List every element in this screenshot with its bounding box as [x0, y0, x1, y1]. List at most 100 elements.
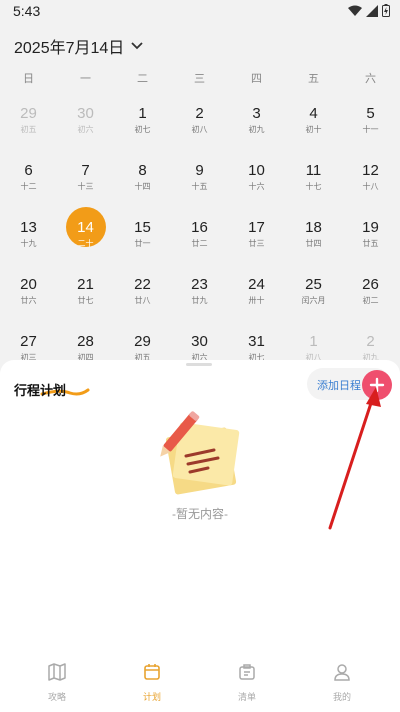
signal-icon — [366, 4, 378, 17]
day-number: 2 — [195, 105, 204, 122]
checklist-icon — [239, 664, 255, 680]
lunar-date: 闰六月 — [301, 296, 326, 305]
day-number: 12 — [362, 162, 379, 179]
day-cell[interactable]: 22 廿八 — [114, 277, 171, 333]
lunar-date: 初十 — [305, 125, 322, 134]
lunar-date: 十一 — [362, 125, 379, 134]
empty-state-text: -暂无内容- — [172, 507, 228, 521]
battery-icon — [382, 4, 390, 17]
day-number: 9 — [195, 162, 204, 179]
add-schedule-button[interactable] — [362, 370, 392, 400]
lunar-date: 十八 — [362, 182, 379, 191]
day-cell[interactable]: 9 十五 — [171, 163, 228, 219]
lunar-date: 十三 — [77, 182, 94, 191]
lunar-date: 廿八 — [134, 296, 151, 305]
day-number: 21 — [77, 276, 94, 293]
day-cell[interactable]: 23 廿九 — [171, 277, 228, 333]
day-cell[interactable]: 12 十八 — [342, 163, 399, 219]
day-cell[interactable]: 10 十六 — [228, 163, 285, 219]
day-number: 10 — [248, 162, 265, 179]
lunar-date: 初六 — [77, 125, 94, 134]
lunar-date: 廿三 — [248, 239, 265, 248]
day-cell[interactable]: 16 廿二 — [171, 220, 228, 276]
weekday-label: 五 — [308, 73, 319, 85]
day-number: 1 — [138, 105, 147, 122]
month-selector[interactable]: 2025年7月14日 — [14, 34, 144, 58]
day-number: 14 — [77, 219, 94, 236]
lunar-date: 廿四 — [305, 239, 322, 248]
day-number: 13 — [20, 219, 37, 236]
lunar-date: 初八 — [191, 125, 208, 134]
tab-label: 我的 — [332, 692, 351, 702]
day-number: 20 — [20, 276, 37, 293]
day-number: 30 — [191, 333, 208, 350]
plus-icon — [369, 377, 385, 393]
day-number: 18 — [305, 219, 322, 236]
weekday-label: 日 — [23, 73, 34, 85]
day-cell[interactable]: 13 十九 — [0, 220, 57, 276]
day-cell[interactable]: 29 初五 — [0, 106, 57, 162]
day-cell[interactable]: 21 廿七 — [57, 277, 114, 333]
day-cell[interactable]: 6 十二 — [0, 163, 57, 219]
current-date-title: 2025年7月14日 — [14, 40, 125, 57]
chevron-down-icon — [131, 42, 143, 50]
day-number: 29 — [20, 105, 37, 122]
tab-profile[interactable]: 我的 — [312, 662, 372, 703]
tab-plan[interactable]: 计划 — [122, 662, 182, 703]
lunar-date: 廿九 — [191, 296, 208, 305]
day-cell[interactable]: 19 廿五 — [342, 220, 399, 276]
day-cell[interactable]: 20 廿六 — [0, 277, 57, 333]
day-cell[interactable]: 30 初六 — [57, 106, 114, 162]
day-cell[interactable]: 4 初十 — [285, 106, 342, 162]
tab-label: 计划 — [142, 692, 161, 702]
tab-label: 攻略 — [47, 692, 66, 702]
lunar-date: 十九 — [20, 239, 37, 248]
tab-label: 清单 — [237, 692, 256, 702]
lunar-date: 廿六 — [20, 296, 37, 305]
day-cell[interactable]: 17 廿三 — [228, 220, 285, 276]
weekday-label: 六 — [365, 73, 376, 85]
status-time: 5:43 — [13, 3, 41, 19]
lunar-date: 十二 — [20, 182, 37, 191]
lunar-date: 廿七 — [77, 296, 94, 305]
lunar-date: 初七 — [134, 125, 151, 134]
add-schedule-label[interactable]: 添加日程 — [317, 377, 361, 393]
day-number: 4 — [309, 105, 318, 122]
day-cell[interactable]: 3 初九 — [228, 106, 285, 162]
day-cell[interactable]: 15 廿一 — [114, 220, 171, 276]
weekday-label: 三 — [194, 73, 205, 85]
lunar-date: 廿二 — [191, 239, 208, 248]
day-number: 2 — [366, 333, 375, 350]
lunar-date: 十六 — [248, 182, 265, 191]
day-number: 31 — [248, 333, 265, 350]
day-cell[interactable]: 1 初七 — [114, 106, 171, 162]
day-cell[interactable]: 26 初二 — [342, 277, 399, 333]
lunar-date: 廿一 — [134, 239, 151, 248]
day-number: 29 — [134, 333, 151, 350]
day-cell[interactable]: 5 十一 — [342, 106, 399, 162]
tab-checklist[interactable]: 清单 — [217, 662, 277, 703]
lunar-date: 卅十 — [248, 296, 265, 305]
day-number: 30 — [77, 105, 94, 122]
lunar-date: 初九 — [248, 125, 265, 134]
weekday-row: 日一二三四五六 — [0, 70, 400, 86]
day-cell[interactable]: 2 初八 — [171, 106, 228, 162]
day-cell[interactable]: 11 十七 — [285, 163, 342, 219]
day-cell[interactable]: 18 廿四 — [285, 220, 342, 276]
day-cell[interactable]: 8 十四 — [114, 163, 171, 219]
day-cell[interactable]: 7 十三 — [57, 163, 114, 219]
day-cell[interactable]: 24 卅十 — [228, 277, 285, 333]
day-number: 24 — [248, 276, 265, 293]
day-number: 28 — [77, 333, 94, 350]
schedule-title: 行程计划 — [14, 383, 67, 398]
sheet-drag-handle[interactable] — [186, 363, 212, 366]
day-number: 6 — [24, 162, 33, 179]
day-cell[interactable]: 25 闰六月 — [285, 277, 342, 333]
day-number: 27 — [20, 333, 37, 350]
day-number: 1 — [309, 333, 318, 350]
day-cell-today[interactable]: 14 二十 — [57, 220, 114, 276]
tab-strategy[interactable]: 攻略 — [27, 662, 87, 703]
lunar-date: 廿五 — [362, 239, 379, 248]
schedule-header: 行程计划 — [14, 380, 90, 400]
day-number: 3 — [252, 105, 261, 122]
